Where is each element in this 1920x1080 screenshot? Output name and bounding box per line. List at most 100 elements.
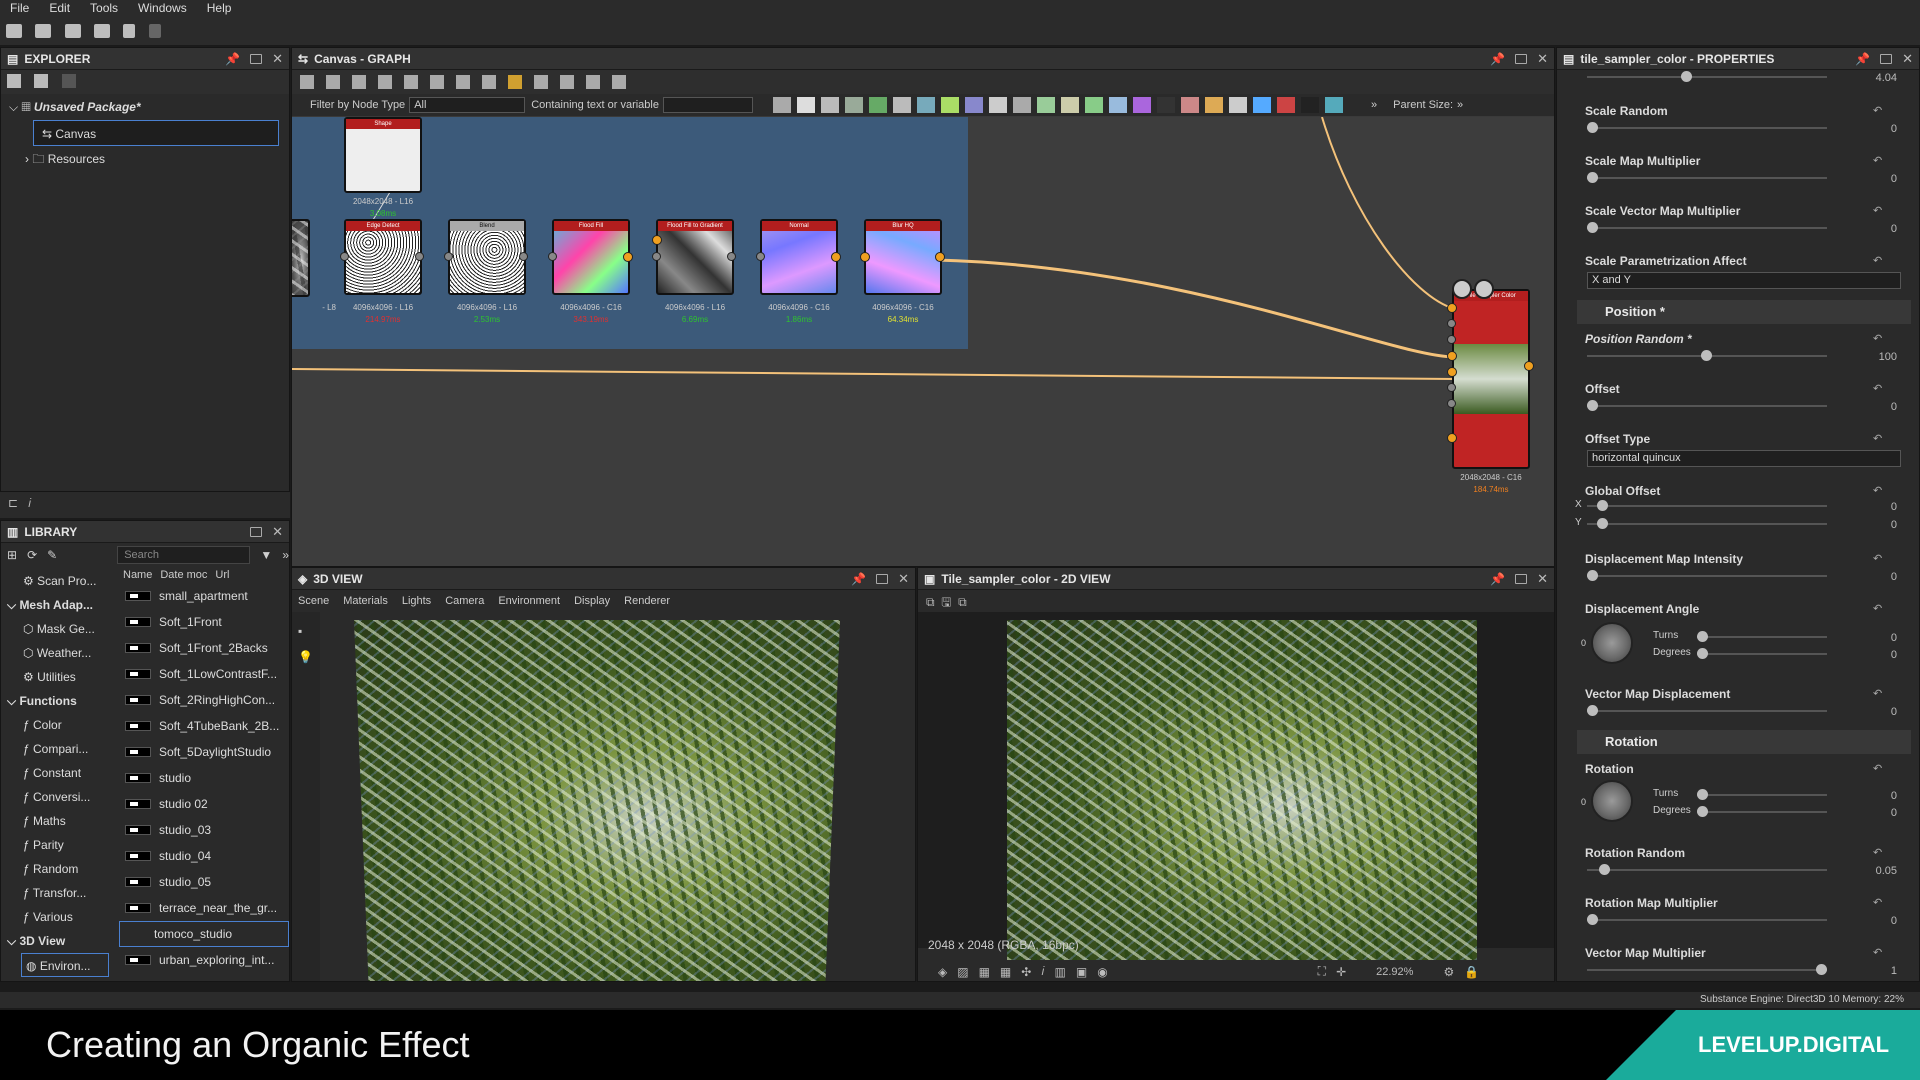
param-value[interactable]: 4.04 <box>1857 72 1897 84</box>
category-item-selected[interactable]: ◍ Environ... <box>21 953 109 977</box>
category-item[interactable]: ⬡ Mask Ge... <box>1 617 117 641</box>
palette-circle-icon[interactable] <box>964 97 983 113</box>
library-item[interactable]: Soft_1Front <box>119 609 289 635</box>
pin-icon[interactable]: 📌 <box>851 572 866 586</box>
library-item[interactable]: Soft_1LowContrastF... <box>119 661 289 687</box>
palette-tree-icon[interactable] <box>1036 97 1055 113</box>
node-doc-icon[interactable] <box>1452 279 1472 299</box>
input-port[interactable] <box>1447 351 1457 361</box>
input-port[interactable] <box>1447 319 1456 328</box>
maximize-icon[interactable] <box>250 53 263 64</box>
palette-color-wheel-icon[interactable] <box>1132 97 1151 113</box>
center-icon[interactable]: ✛ <box>1336 965 1346 979</box>
zoom-level[interactable]: 22.92% <box>1376 966 1413 978</box>
library-item[interactable]: urban_exploring_int... <box>119 947 289 973</box>
palette-noise-icon[interactable] <box>1156 97 1175 113</box>
reset-icon[interactable]: ↶ <box>1873 552 1882 565</box>
library-item[interactable]: terrace_near_the_gr... <box>119 895 289 921</box>
lock-icon[interactable]: 🔒 <box>1464 965 1479 979</box>
slider-knob[interactable] <box>1697 631 1708 642</box>
graph-canvas[interactable]: Shape 2048x2048 - L16 3.08ms - L8 Edge D… <box>292 117 1554 566</box>
node-blend[interactable]: Blend <box>448 219 526 295</box>
close-icon[interactable]: ✕ <box>898 571 909 587</box>
publish-icon[interactable] <box>61 74 76 88</box>
column-date[interactable]: Date moc <box>160 569 207 583</box>
slider-track[interactable] <box>1697 648 1827 659</box>
output-port[interactable] <box>727 252 736 261</box>
category-item[interactable]: ƒ Transfor... <box>1 881 117 905</box>
output-port[interactable] <box>623 252 633 262</box>
explorer-item-resources[interactable]: › 🗀 Resources <box>1 146 289 172</box>
node-blur-hq[interactable]: Blur HQ <box>864 219 942 295</box>
slider-knob[interactable] <box>1587 222 1598 233</box>
save-icon[interactable] <box>94 24 111 38</box>
library-item[interactable]: studio <box>119 765 289 791</box>
library-item[interactable]: Soft_5DaylightStudio <box>119 739 289 765</box>
reset-icon[interactable]: ↶ <box>1873 254 1882 267</box>
layers-icon[interactable]: ◈ <box>938 965 947 979</box>
slider-knob[interactable] <box>1697 806 1708 817</box>
info-icon[interactable]: 𝑖 <box>1041 964 1044 979</box>
info-icon[interactable]: 𝑖 <box>28 496 31 510</box>
slider-knob[interactable] <box>1587 914 1598 925</box>
param-value[interactable]: 0 <box>1857 571 1897 583</box>
close-icon[interactable]: ✕ <box>1537 571 1548 587</box>
palette-binary-icon[interactable] <box>1300 97 1319 113</box>
slider-track[interactable] <box>1587 705 1827 716</box>
light-icon[interactable]: 💡 <box>298 650 314 664</box>
category-item[interactable]: ƒ Conversi... <box>1 785 117 809</box>
slider-track[interactable] <box>1587 172 1827 183</box>
save-icon[interactable]: 🖫 <box>941 595 951 609</box>
palette-fill-icon[interactable] <box>1276 97 1295 113</box>
close-icon[interactable]: ✕ <box>1902 51 1913 67</box>
slider-knob[interactable] <box>1816 964 1827 975</box>
filter-icon[interactable]: ▼ <box>260 548 272 562</box>
output-port[interactable] <box>831 252 841 262</box>
wrench-icon[interactable] <box>586 75 600 89</box>
slider-track[interactable] <box>1587 500 1827 511</box>
input-port[interactable] <box>1447 335 1456 344</box>
slider-track[interactable] <box>1587 400 1827 411</box>
library-item[interactable]: Soft_4TubeBank_2B... <box>119 713 289 739</box>
grid-icon[interactable]: ▦ <box>1000 965 1011 979</box>
new-package-icon[interactable] <box>6 24 22 38</box>
copy-icon[interactable]: ⧉ <box>958 595 967 609</box>
palette-text-icon[interactable] <box>1228 97 1247 113</box>
param-value[interactable]: 0 <box>1857 123 1897 135</box>
add-icon[interactable]: ⊞ <box>7 548 17 562</box>
redo-icon[interactable] <box>148 24 161 38</box>
input-port[interactable] <box>444 252 453 261</box>
slider-knob[interactable] <box>1587 122 1598 133</box>
filter-node-type-select[interactable]: All <box>409 97 526 113</box>
palette-blur-icon[interactable] <box>892 97 911 113</box>
frame-icon[interactable] <box>300 75 314 89</box>
menu-edit[interactable]: Edit <box>39 0 80 16</box>
input-port[interactable] <box>1447 399 1456 408</box>
tab-display[interactable]: Display <box>574 595 610 607</box>
slider-track[interactable] <box>1587 350 1827 361</box>
refresh-icon[interactable] <box>560 75 574 89</box>
param-value[interactable]: 0 <box>1857 790 1897 802</box>
input-port[interactable] <box>1447 433 1457 443</box>
camera-icon[interactable]: ▪ <box>298 624 314 638</box>
reset-icon[interactable]: ↶ <box>1873 332 1882 345</box>
palette-uniform-icon[interactable] <box>796 97 815 113</box>
reset-icon[interactable]: ↶ <box>1873 762 1882 775</box>
category-item[interactable]: ƒ Color <box>1 713 117 737</box>
slider-track[interactable] <box>1697 806 1827 817</box>
slider-knob[interactable] <box>1587 705 1598 716</box>
settings-icon[interactable]: ⚙ <box>1443 965 1454 979</box>
input-port[interactable] <box>1447 367 1457 377</box>
input-port[interactable] <box>1447 383 1456 392</box>
hierarchy-icon[interactable] <box>456 75 470 89</box>
node-shape[interactable]: Shape <box>344 117 422 193</box>
input-port[interactable] <box>1447 303 1457 313</box>
menu-tools[interactable]: Tools <box>80 0 128 16</box>
input-port[interactable] <box>548 252 557 261</box>
palette-grid-icon[interactable] <box>988 97 1007 113</box>
slider-knob[interactable] <box>1597 518 1608 529</box>
reset-icon[interactable]: ↶ <box>1873 846 1882 859</box>
output-port[interactable] <box>935 252 945 262</box>
column-name[interactable]: Name <box>123 569 152 583</box>
slider-knob[interactable] <box>1587 172 1598 183</box>
